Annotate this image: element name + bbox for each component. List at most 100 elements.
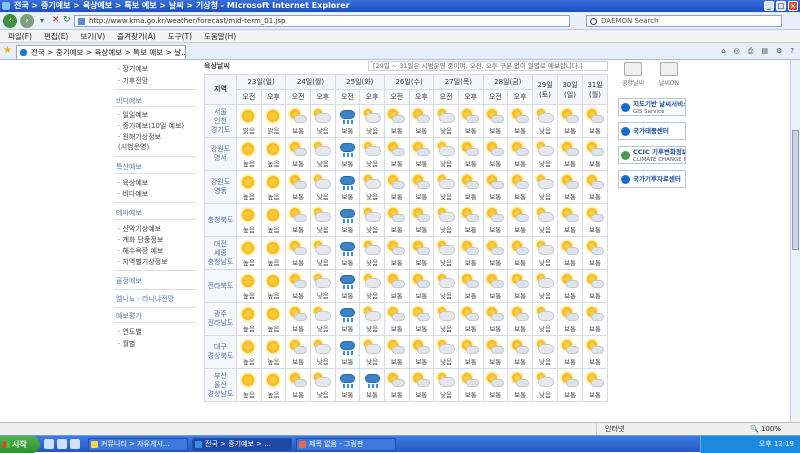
stop-icon[interactable]: ✕ (52, 15, 60, 25)
window-title: 전국 > 중기예보 > 육상예보 > 특보 예보 > 날씨 > 기상청 - Mi… (14, 1, 350, 10)
nav-section-head[interactable]: 엘니뇨 · 라니냐전망 (116, 294, 174, 304)
region-name[interactable]: 강원도 영동 (204, 170, 237, 204)
media-launch-icon[interactable] (70, 439, 80, 449)
typhoon-logo-icon (621, 127, 630, 136)
search-input[interactable]: DAEMON Search (586, 15, 782, 27)
partly-cloudy-icon (486, 240, 504, 256)
show-desktop-icon[interactable] (44, 439, 54, 449)
forward-button[interactable]: › (20, 14, 34, 28)
nav-link[interactable]: · 연도별 (118, 327, 142, 337)
quick-airport-weather[interactable]: 공항날씨 (618, 62, 648, 90)
menu-tools[interactable]: 도구(T) (168, 30, 192, 42)
region-label: 충청남도 (207, 257, 234, 266)
probability-label: 낮음 (316, 324, 329, 333)
browser-launch-icon[interactable] (57, 439, 67, 449)
divider (114, 322, 196, 323)
partly-cloudy-icon (388, 174, 406, 190)
vertical-scrollbar[interactable] (790, 60, 800, 422)
dropdown-icon[interactable]: ▾ (40, 16, 44, 25)
banner-climate-center[interactable]: CCIC 기후변화정보센터 CLIMATE CHANGE INFORMATION… (618, 146, 686, 164)
region-name[interactable]: 광주 전라남도 (204, 302, 237, 336)
probability-label: 보통 (589, 357, 601, 366)
probability-label: 낮음 (539, 192, 551, 201)
forecast-cell: 보통 (383, 368, 410, 402)
tools-menu-icon[interactable]: ⚙ (776, 47, 782, 56)
refresh-icon[interactable]: ↻ (63, 15, 71, 25)
region-name[interactable]: 전라북도 (204, 269, 237, 303)
probability-label: 낮음 (316, 258, 329, 267)
nav-link[interactable]: · 지역별기상정보 (118, 257, 168, 267)
forecast-cell: 보통 (408, 236, 435, 270)
scrollbar-thumb[interactable] (792, 130, 799, 250)
quick-weather-on[interactable]: 날씨ON (654, 62, 684, 90)
banner-typhoon-center[interactable]: 국가태풍센터 (618, 122, 686, 140)
nav-link[interactable]: · 장기예보 (118, 64, 148, 74)
zoom-level[interactable]: 🔍 100% (750, 423, 781, 435)
region-name[interactable]: 대구 경상북도 (204, 335, 237, 369)
region-label: 경상남도 (207, 389, 234, 398)
forecast-cell: 낮음 (433, 335, 459, 369)
menu-edit[interactable]: 편집(E) (44, 30, 68, 42)
nav-link[interactable]: · 일일예보 (118, 110, 148, 120)
page-menu-icon[interactable]: ▤ (761, 47, 768, 56)
help-icon[interactable]: ? (790, 47, 794, 56)
minimize-button[interactable]: _ (764, 1, 774, 11)
nav-link[interactable]: · 월별 (118, 339, 135, 349)
nav-link[interactable]: · 계화 단풍정보 (118, 235, 163, 245)
banner-climate-data-center[interactable]: 국가기후자료센터 (618, 170, 686, 188)
region-name[interactable]: 서울 인천 경기도 (204, 104, 237, 138)
nav-section-head[interactable]: 특산예보 (116, 162, 142, 172)
region-name[interactable]: 충청북도 (204, 203, 237, 237)
nav-link[interactable]: · 비다예보 (118, 189, 148, 199)
task-community[interactable]: 커뮤니티 > 자유게시... (88, 438, 188, 451)
plane-icon (624, 62, 642, 76)
print-icon[interactable]: ⎙ (748, 47, 754, 56)
partly-cloudy-icon (289, 108, 307, 124)
url-input[interactable]: http://www.kma.go.kr/weather/forecast/mi… (74, 15, 570, 27)
forecast-cell: 높음 (260, 236, 287, 270)
nav-link[interactable]: (시범운영) (118, 142, 149, 152)
nav-section-head[interactable]: 골정예보 (116, 276, 142, 286)
region-name[interactable]: 대전 세종 충청남도 (204, 236, 237, 270)
back-button[interactable]: ‹ (3, 14, 17, 28)
start-button[interactable]: 시작 (0, 436, 40, 453)
menu-file[interactable]: 파일(F) (8, 30, 32, 42)
nav-section-head[interactable]: 비디예보 (116, 96, 142, 106)
task-paint[interactable]: 제목 없음 - 그림판 (296, 438, 396, 451)
pm-header: 오후 (457, 89, 484, 105)
nav-section-head[interactable]: 예보평가 (116, 311, 142, 321)
menu-view[interactable]: 보기(V) (80, 30, 105, 42)
sunny-icon (240, 241, 257, 256)
nav-link[interactable]: · 원해기상정보 (118, 132, 161, 142)
region-name[interactable]: 강원도 영서 (204, 137, 237, 171)
partly-cloudy-icon (486, 372, 504, 388)
tab-forecast[interactable]: 전국 > 중기예보 > 육상예보 > 특보 예보 > 날... (16, 45, 186, 59)
home-icon[interactable]: ⌂ (721, 47, 725, 56)
close-button[interactable]: × (788, 1, 798, 11)
partly-cloudy-icon (561, 141, 579, 157)
task-forecast[interactable]: 전국 > 중기예보 > ... (192, 438, 292, 451)
region-name[interactable]: 부산 울산 경상남도 (204, 368, 237, 402)
feed-icon[interactable]: ◎ (734, 47, 740, 56)
probability-label: 보통 (589, 291, 601, 300)
banner-gis-service[interactable]: 지도기반 날씨서비스 GIS Service (618, 98, 686, 116)
favorites-star-icon[interactable]: ★ (3, 46, 12, 56)
nav-section-head[interactable]: 테마예보 (116, 208, 142, 218)
nav-link[interactable]: · 산악기상예보 (118, 224, 161, 234)
nav-link[interactable]: · 기후전망 (118, 76, 148, 86)
region-label: 강원도 (210, 178, 231, 186)
forecast-cell: 보통 (482, 302, 509, 336)
rain-icon (364, 373, 381, 388)
nav-link[interactable]: · 중기예보(10일 예보) (118, 121, 184, 131)
menu-favorites[interactable]: 즐겨찾기(A) (117, 30, 156, 42)
nav-link[interactable]: · 해수욕장 예보 (118, 246, 163, 256)
nav-link[interactable]: · 육상예보 (118, 178, 148, 188)
forecast-cell: 보통 (408, 203, 435, 237)
forecast-cell: 보통 (285, 269, 311, 303)
ccic-logo-icon (621, 151, 630, 160)
probability-label: 보통 (564, 126, 576, 135)
menu-help[interactable]: 도움말(H) (204, 30, 236, 42)
partly-cloudy-icon (388, 339, 406, 355)
probability-label: 보통 (390, 390, 403, 399)
maximize-button[interactable]: □ (776, 1, 786, 11)
